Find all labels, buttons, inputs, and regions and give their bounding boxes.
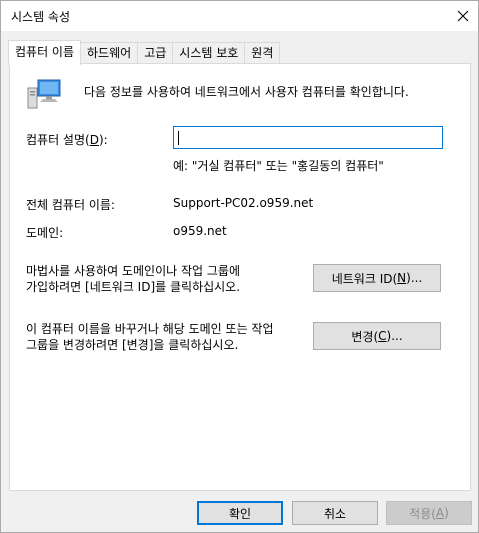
full-name-label: 전체 컴퓨터 이름:	[26, 198, 115, 212]
title-bar[interactable]: 시스템 속성	[1, 1, 478, 31]
change-text: 이 컴퓨터 이름을 바꾸거나 해당 도메인 또는 작업 그룹을 변경하려면 [변…	[26, 321, 274, 353]
tab-system-protection[interactable]: 시스템 보호	[172, 42, 246, 64]
full-name-value: Support-PC02.o959.net	[173, 196, 314, 210]
network-id-button[interactable]: 네트워크 ID(N)...	[313, 264, 441, 292]
system-properties-window: 시스템 속성 컴퓨터 이름 하드웨어 고급 시스템 보호 원격 다음 정보를 사…	[0, 0, 479, 533]
close-button[interactable]	[448, 1, 478, 31]
cancel-button[interactable]: 취소	[292, 501, 378, 525]
tab-strip: 컴퓨터 이름 하드웨어 고급 시스템 보호 원격	[8, 40, 281, 65]
computer-name-panel: 다음 정보를 사용하여 네트워크에서 사용자 컴퓨터를 확인합니다. 컴퓨터 설…	[9, 63, 471, 491]
tab-remote[interactable]: 원격	[244, 42, 281, 64]
text-caret	[178, 131, 179, 145]
window-title: 시스템 속성	[11, 10, 71, 24]
tab-hardware[interactable]: 하드웨어	[80, 42, 139, 64]
wizard-text-line2: 가입하려면 [네트워크 ID]를 클릭하십시오.	[26, 280, 241, 294]
change-text-line2: 그룹을 변경하려면 [변경]을 클릭하십시오.	[26, 338, 239, 352]
apply-button: 적용(A)	[386, 501, 472, 525]
ok-button[interactable]: 확인	[197, 501, 283, 525]
close-icon	[457, 10, 469, 22]
computer-icon	[27, 79, 61, 109]
change-button[interactable]: 변경(C)...	[313, 322, 441, 350]
change-text-line1: 이 컴퓨터 이름을 바꾸거나 해당 도메인 또는 작업	[26, 322, 274, 336]
computer-description-input[interactable]	[173, 126, 443, 149]
description-label: 컴퓨터 설명(D):	[26, 133, 108, 147]
domain-label: 도메인:	[26, 226, 64, 240]
description-example: 예: "거실 컴퓨터" 또는 "홍길동의 컴퓨터"	[173, 159, 384, 173]
intro-text: 다음 정보를 사용하여 네트워크에서 사용자 컴퓨터를 확인합니다.	[84, 85, 409, 99]
tab-advanced[interactable]: 고급	[137, 42, 174, 64]
tab-computer-name[interactable]: 컴퓨터 이름	[8, 40, 82, 65]
wizard-text-line1: 마법사를 사용하여 도메인이나 작업 그룹에	[26, 264, 240, 278]
wizard-text: 마법사를 사용하여 도메인이나 작업 그룹에 가입하려면 [네트워크 ID]를 …	[26, 263, 240, 295]
domain-value: o959.net	[173, 224, 227, 238]
